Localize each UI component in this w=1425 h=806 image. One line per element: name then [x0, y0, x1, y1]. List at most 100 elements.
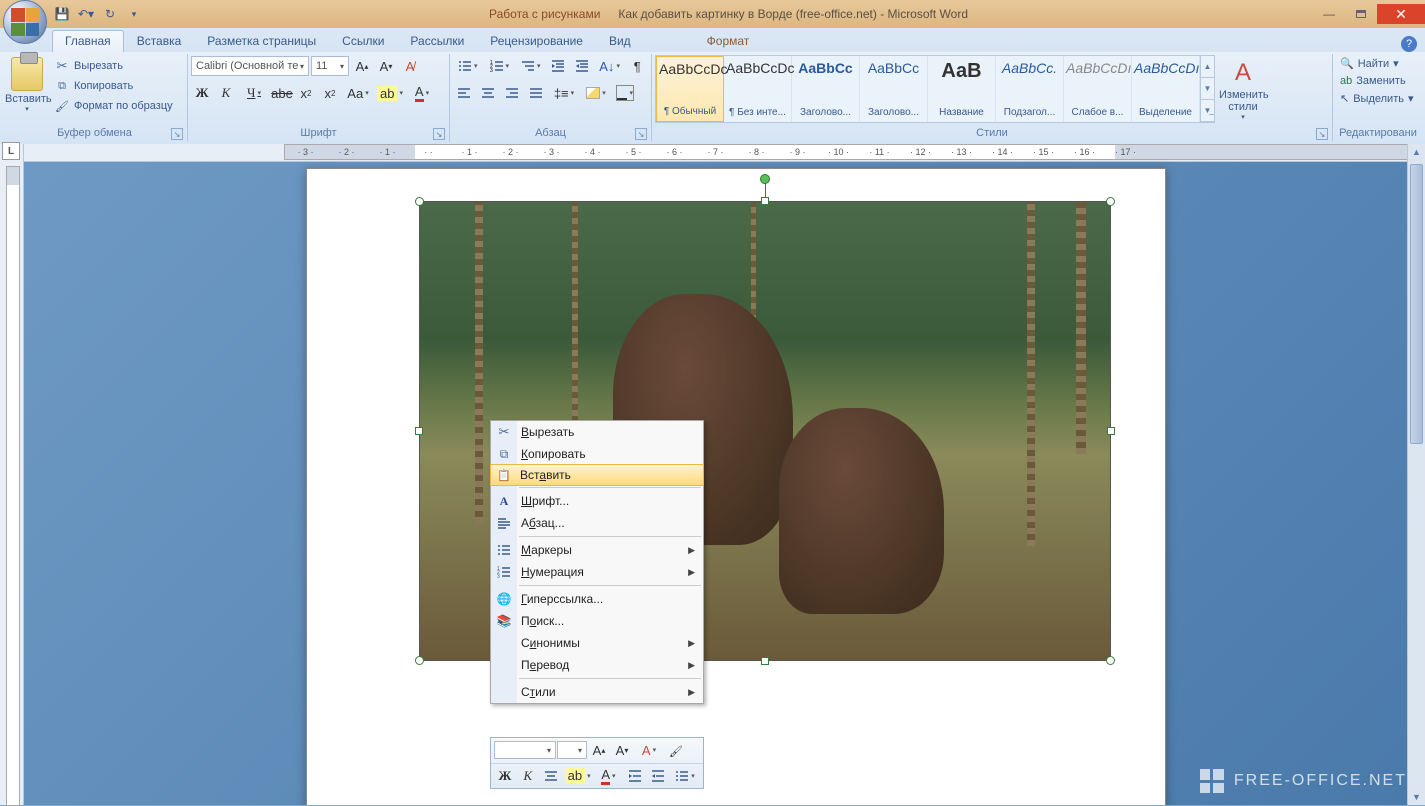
mini-grow-font[interactable]: A▴ — [588, 739, 610, 761]
highlight-button[interactable]: ab — [375, 82, 405, 104]
maximize-button[interactable] — [1345, 4, 1377, 24]
style-emphasis[interactable]: AaBbCcDıВыделение — [1132, 56, 1200, 122]
save-icon[interactable]: 💾 — [52, 4, 72, 24]
ctx-numbering[interactable]: 123Нумерация▶ — [491, 561, 703, 583]
undo-icon[interactable]: ↶▾ — [76, 4, 96, 24]
resize-handle-sw[interactable] — [415, 656, 424, 665]
ctx-copy[interactable]: Копировать — [491, 443, 703, 465]
mini-decrease-indent[interactable] — [624, 765, 646, 787]
mini-bold[interactable]: Ж — [494, 765, 516, 787]
qat-customize-icon[interactable]: ▾ — [124, 4, 144, 24]
bold-button[interactable]: Ж — [191, 82, 213, 104]
ctx-cut[interactable]: Вырезать — [491, 421, 703, 443]
font-color-button[interactable]: A — [407, 82, 437, 104]
style-no-spacing[interactable]: AaBbCcDc¶ Без инте... — [724, 56, 792, 122]
clipboard-launcher[interactable]: ↘ — [171, 128, 183, 140]
gallery-more[interactable]: ▼̲ — [1201, 100, 1214, 122]
resize-handle-ne[interactable] — [1106, 197, 1115, 206]
tab-review[interactable]: Рецензирование — [477, 30, 596, 52]
increase-indent-button[interactable] — [571, 55, 593, 77]
borders-button[interactable] — [616, 85, 634, 101]
style-heading2[interactable]: AaBbCcЗаголово... — [860, 56, 928, 122]
mini-format-painter[interactable] — [665, 739, 687, 761]
gallery-down[interactable]: ▼ — [1201, 78, 1214, 100]
subscript-button[interactable]: x2 — [295, 82, 317, 104]
format-painter-button[interactable]: Формат по образцу — [51, 97, 176, 115]
superscript-button[interactable]: x2 — [319, 82, 341, 104]
ctx-lookup[interactable]: 📚Поиск... — [491, 610, 703, 632]
shading-button[interactable] — [581, 82, 611, 104]
style-heading1[interactable]: AaBbCcЗаголово... — [792, 56, 860, 122]
mini-center[interactable] — [540, 765, 562, 787]
style-normal[interactable]: AaBbCcDc¶ Обычный — [656, 56, 724, 122]
mini-increase-indent[interactable] — [647, 765, 669, 787]
justify-button[interactable] — [525, 82, 547, 104]
decrease-indent-button[interactable] — [548, 55, 570, 77]
underline-button[interactable]: Ч — [239, 82, 269, 104]
tab-home[interactable]: Главная — [52, 30, 124, 52]
select-button[interactable]: ↖Выделить ▾ — [1336, 90, 1418, 107]
style-subtitle[interactable]: AaBbCc.Подзагол... — [996, 56, 1064, 122]
styles-launcher[interactable]: ↘ — [1316, 128, 1328, 140]
ctx-hyperlink[interactable]: 🌐Гиперссылка... — [491, 588, 703, 610]
align-right-button[interactable] — [501, 82, 523, 104]
resize-handle-e[interactable] — [1107, 427, 1115, 435]
change-styles-button[interactable]: A Изменить стили ▾ — [1217, 55, 1269, 123]
copy-button[interactable]: Копировать — [51, 77, 176, 95]
resize-handle-n[interactable] — [761, 197, 769, 205]
sort-button[interactable]: A↓ — [595, 55, 625, 77]
mini-font-combo[interactable]: ▾ — [494, 741, 556, 759]
replace-button[interactable]: abЗаменить — [1336, 73, 1418, 89]
style-title[interactable]: АаВНазвание — [928, 56, 996, 122]
mini-italic[interactable]: К — [517, 765, 539, 787]
vertical-scrollbar[interactable]: ▲ ▼ — [1407, 144, 1425, 805]
show-marks-button[interactable]: ¶ — [626, 55, 648, 77]
mini-shrink-font[interactable]: A▾ — [611, 739, 633, 761]
shrink-font-button[interactable]: A▾ — [375, 55, 397, 77]
font-size-combo[interactable]: 11▾ — [311, 56, 349, 76]
numbering-button[interactable]: 123 — [485, 55, 515, 77]
ctx-styles[interactable]: Стили▶ — [491, 681, 703, 703]
change-case-button[interactable]: Aa — [343, 82, 373, 104]
paste-button[interactable]: Вставить ▾ — [5, 55, 49, 113]
resize-handle-nw[interactable] — [415, 197, 424, 206]
grow-font-button[interactable]: A▴ — [351, 55, 373, 77]
redo-icon[interactable]: ↻ — [100, 4, 120, 24]
paragraph-launcher[interactable]: ↘ — [635, 128, 647, 140]
tab-insert[interactable]: Вставка — [124, 30, 195, 52]
tab-format[interactable]: Формат — [694, 30, 763, 52]
tab-page-layout[interactable]: Разметка страницы — [194, 30, 329, 52]
scroll-thumb[interactable] — [1410, 164, 1423, 444]
find-button[interactable]: 🔍Найти ▾ — [1336, 55, 1418, 72]
vertical-ruler[interactable]: L — [0, 144, 24, 805]
align-center-button[interactable] — [477, 82, 499, 104]
mini-highlight[interactable]: ab — [563, 765, 593, 787]
mini-bullets[interactable] — [670, 765, 700, 787]
resize-handle-se[interactable] — [1106, 656, 1115, 665]
scroll-down[interactable]: ▼ — [1408, 789, 1425, 805]
tab-view[interactable]: Вид — [596, 30, 644, 52]
italic-button[interactable]: К — [215, 82, 237, 104]
font-launcher[interactable]: ↘ — [433, 128, 445, 140]
close-button[interactable]: ✕ — [1377, 4, 1425, 24]
gallery-up[interactable]: ▲ — [1201, 56, 1214, 78]
ctx-paste[interactable]: Вставить — [490, 464, 704, 486]
mini-size-combo[interactable]: ▾ — [557, 741, 587, 759]
cut-button[interactable]: Вырезать — [51, 57, 176, 75]
bullets-button[interactable] — [453, 55, 483, 77]
mini-styles[interactable]: A — [634, 739, 664, 761]
ctx-font[interactable]: AШрифт... — [491, 490, 703, 512]
resize-handle-s[interactable] — [761, 657, 769, 665]
minimize-button[interactable]: — — [1313, 4, 1345, 24]
tab-selector[interactable]: L — [2, 142, 20, 160]
ctx-synonyms[interactable]: Синонимы▶ — [491, 632, 703, 654]
scroll-up[interactable]: ▲ — [1408, 144, 1425, 160]
font-family-combo[interactable]: Calibri (Основной те▾ — [191, 56, 309, 76]
style-subtle-emphasis[interactable]: AaBbCcDıСлабое в... — [1064, 56, 1132, 122]
clear-formatting-button[interactable]: A̸ — [399, 55, 421, 77]
line-spacing-button[interactable]: ‡≡ — [549, 82, 579, 104]
office-button[interactable] — [3, 0, 47, 44]
document-page[interactable] — [306, 168, 1166, 805]
horizontal-ruler[interactable]: · 3 · · 2 · · 1 · · · · 1 · · 2 · · 3 · … — [24, 144, 1425, 162]
rotation-handle[interactable] — [760, 174, 770, 184]
